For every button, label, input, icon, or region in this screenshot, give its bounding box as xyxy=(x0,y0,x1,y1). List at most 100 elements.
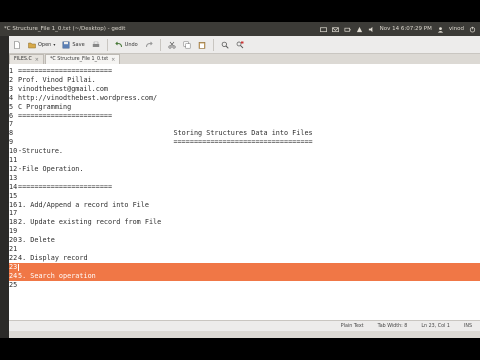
print-button[interactable] xyxy=(90,39,102,51)
folder-open-icon xyxy=(28,42,36,48)
status-bar: Plain Text Tab Width: 8 Ln 23, Col 1 INS xyxy=(9,320,480,331)
keyboard-icon[interactable] xyxy=(319,26,327,33)
toolbar-separator xyxy=(212,38,214,51)
bottom-strip xyxy=(9,331,480,338)
launcher xyxy=(0,36,9,338)
volume-icon[interactable] xyxy=(368,26,375,33)
close-icon[interactable]: × xyxy=(35,57,39,63)
line-text: ======================= xyxy=(18,111,113,120)
toolbar: Open ▾ Save Undo xyxy=(9,36,480,54)
new-button[interactable] xyxy=(11,39,23,51)
letterbox-top xyxy=(0,0,480,22)
line-text: http://vinodthebest.wordpress.com/ xyxy=(18,93,158,102)
tab-structure-file[interactable]: *C Structure_File 1_0.txt × xyxy=(45,54,121,64)
tab-label: FILES.C xyxy=(14,57,32,62)
clock[interactable]: Nov 14 6:07:29 PM xyxy=(380,26,432,32)
editor-line[interactable]: 19 xyxy=(9,227,480,236)
editor-line[interactable]: 18 2. Update existing record from File xyxy=(9,218,480,227)
line-number: 11 xyxy=(9,156,18,164)
editor-line[interactable]: 10 -Structure. xyxy=(9,147,480,156)
line-text: -File Operation. xyxy=(18,164,84,173)
line-text: 1. Add/Append a record into File xyxy=(18,200,149,209)
editor-line[interactable]: 25 xyxy=(9,281,480,290)
chevron-down-icon[interactable]: ▾ xyxy=(53,42,55,47)
clipboard-icon xyxy=(198,41,205,49)
line-number: 19 xyxy=(9,227,18,236)
cursor-position: Ln 23, Col 1 xyxy=(421,323,450,329)
close-icon[interactable]: × xyxy=(111,57,115,63)
open-label: Open xyxy=(38,41,52,48)
editor-line[interactable]: 24 5. Search operation xyxy=(9,271,480,281)
top-panel: *C Structure_File 1_0.txt (~/Desktop) - … xyxy=(0,22,480,36)
editor-line[interactable]: 2 Prof. Vinod Pillai. xyxy=(9,76,480,85)
user-name[interactable]: vinod xyxy=(449,26,464,32)
line-text: 5. Search operation xyxy=(18,271,96,280)
syntax-mode-selector[interactable]: Plain Text xyxy=(341,324,364,329)
save-label: Save xyxy=(72,41,85,48)
editor-line[interactable]: 16 1. Add/Append a record into File xyxy=(9,201,480,210)
save-button[interactable]: Save xyxy=(60,39,86,51)
mail-icon[interactable] xyxy=(331,26,339,33)
undo-icon xyxy=(114,41,122,47)
editor-line[interactable]: 17 xyxy=(9,209,480,218)
editor-line[interactable]: 9 ================================== xyxy=(9,138,480,147)
user-icon[interactable] xyxy=(437,26,444,33)
editor-line[interactable]: 7 xyxy=(9,120,480,129)
line-number: 15 xyxy=(9,191,18,200)
screen: *C Structure_File 1_0.txt (~/Desktop) - … xyxy=(0,0,480,360)
save-icon xyxy=(62,41,70,48)
search-icon xyxy=(221,41,229,49)
scissors-icon xyxy=(168,41,176,49)
editor-line[interactable]: 20 3. Delete xyxy=(9,236,480,245)
editor-line[interactable]: 5C Programming xyxy=(9,103,480,112)
line-number: 21 xyxy=(9,245,18,253)
text-editor[interactable]: 1 ======================= 2 Prof. Vinod Pil… xyxy=(9,64,480,320)
editor-line[interactable]: 11 xyxy=(9,156,480,165)
line-number: 13 xyxy=(9,173,18,182)
power-icon[interactable] xyxy=(469,26,476,33)
insert-mode: INS xyxy=(463,323,472,329)
toolbar-separator xyxy=(106,38,108,51)
undo-button[interactable]: Undo xyxy=(113,39,140,51)
editor-line[interactable]: 3 vinodthebest@gmail.com xyxy=(9,85,480,94)
line-text: 3. Delete xyxy=(18,236,55,245)
editor-line[interactable]: 14 ======================= xyxy=(9,183,480,192)
editor-line[interactable]: 6 ======================= xyxy=(9,112,480,121)
tab-width-selector[interactable]: Tab Width: 8 xyxy=(378,324,408,329)
battery-icon[interactable] xyxy=(344,26,351,33)
find-replace-icon xyxy=(236,41,244,48)
toolbar-separator xyxy=(159,38,161,51)
line-text: ======================= xyxy=(18,67,113,75)
line-text: ======================= xyxy=(18,182,113,191)
open-button[interactable]: Open ▾ xyxy=(26,39,57,51)
editor-line[interactable]: 15 xyxy=(9,192,480,201)
line-text: ================================== xyxy=(18,138,313,147)
line-text: Storing Structures Data into Files xyxy=(18,129,313,138)
editor-line[interactable]: 1 ======================= xyxy=(9,67,480,76)
letterbox-bottom xyxy=(0,338,480,360)
replace-button[interactable] xyxy=(234,39,246,51)
editor-line[interactable]: 23 xyxy=(9,262,480,272)
find-button[interactable] xyxy=(219,39,231,51)
editor-line[interactable]: 13 xyxy=(9,174,480,183)
network-icon[interactable] xyxy=(356,26,363,33)
editor-line[interactable]: 21 xyxy=(9,245,480,254)
copy-button[interactable] xyxy=(181,39,193,51)
line-number: 7 xyxy=(9,120,14,129)
paste-button[interactable] xyxy=(196,39,208,51)
tab-files-c[interactable]: FILES.C × xyxy=(9,54,44,64)
new-document-icon xyxy=(14,40,20,49)
line-text: 4. Display record xyxy=(18,253,88,262)
cut-button[interactable] xyxy=(166,39,178,51)
line-text: vinodthebest@gmail.com xyxy=(18,84,109,93)
tab-bar: FILES.C × *C Structure_File 1_0.txt × xyxy=(9,54,480,64)
text-cursor xyxy=(18,263,19,271)
copy-icon xyxy=(183,41,191,48)
line-text: -Structure. xyxy=(18,147,64,156)
editor-line[interactable]: 22 4. Display record xyxy=(9,254,480,263)
editor-line[interactable]: 12 -File Operation. xyxy=(9,165,480,174)
editor-line[interactable]: 4 http://vinodthebest.wordpress.com/ xyxy=(9,94,480,103)
redo-button[interactable] xyxy=(143,39,155,51)
line-text: 2. Update existing record from File xyxy=(18,218,162,227)
editor-line[interactable]: 8 Storing Structures Data into Files xyxy=(9,129,480,138)
